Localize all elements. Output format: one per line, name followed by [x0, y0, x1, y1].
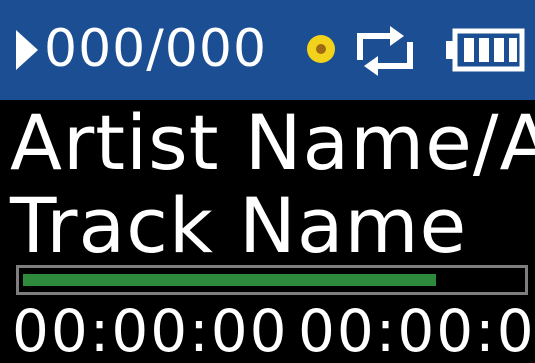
progress-fill — [23, 274, 436, 286]
play-icon[interactable] — [14, 30, 38, 70]
track-name-text: Track Name — [10, 181, 468, 270]
battery-full-icon — [446, 28, 525, 72]
eq-indicator-icon — [307, 35, 335, 63]
progress-bar[interactable] — [16, 265, 528, 295]
artist-album-text: Artist Name/Alb — [10, 102, 535, 184]
total-time: 00:00:00 — [298, 297, 535, 363]
music-player-screen: 000/000 Artist Name/Alb Track Name 00:00… — [0, 0, 535, 363]
repeat-icon[interactable] — [352, 24, 418, 78]
status-bar: 000/000 — [0, 0, 535, 100]
elapsed-time: 00:00:00 — [12, 297, 289, 363]
track-counter: 000/000 — [44, 19, 268, 79]
